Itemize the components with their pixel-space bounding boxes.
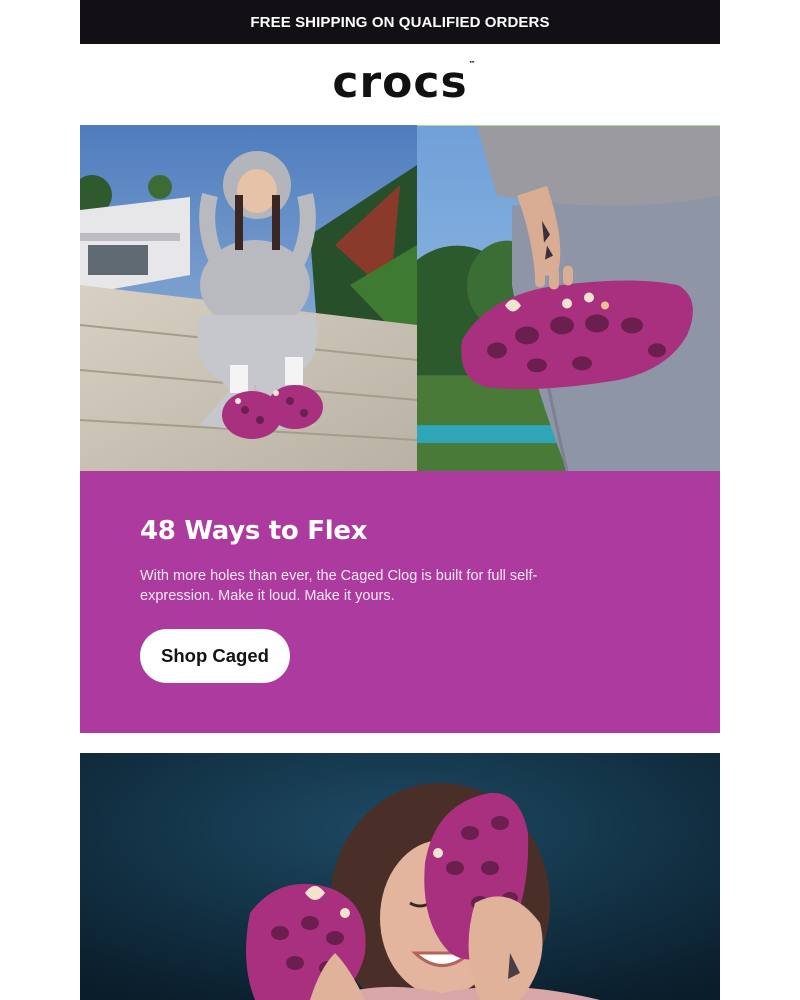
promo-body: With more holes than ever, the Caged Clo… (140, 568, 538, 604)
logo-row: crocs ™ (80, 44, 720, 125)
hero-photo-left[interactable] (80, 125, 417, 471)
hero-photo-row (80, 125, 720, 471)
sitting-woman-illustration (80, 125, 417, 471)
logo-text: crocs (332, 56, 468, 108)
hero-photo-right[interactable] (417, 125, 720, 471)
email-container: FREE SHIPPING ON QUALIFIED ORDERS crocs … (80, 0, 720, 1000)
feature-photo[interactable] (80, 753, 720, 1000)
promo-section: 48 Ways to Flex With more holes than eve… (80, 471, 720, 733)
promo-title: 48 Ways to Flex (140, 516, 368, 546)
logo-trademark: ™ (468, 59, 476, 68)
crocs-logo[interactable]: crocs ™ (332, 60, 475, 105)
woman-with-clogs-illustration (80, 753, 720, 1000)
shop-caged-button[interactable]: Shop Caged (140, 629, 290, 683)
hand-with-clog-illustration (417, 126, 720, 471)
shipping-banner[interactable]: FREE SHIPPING ON QUALIFIED ORDERS (80, 0, 720, 44)
shipping-banner-text: FREE SHIPPING ON QUALIFIED ORDERS (250, 13, 550, 31)
